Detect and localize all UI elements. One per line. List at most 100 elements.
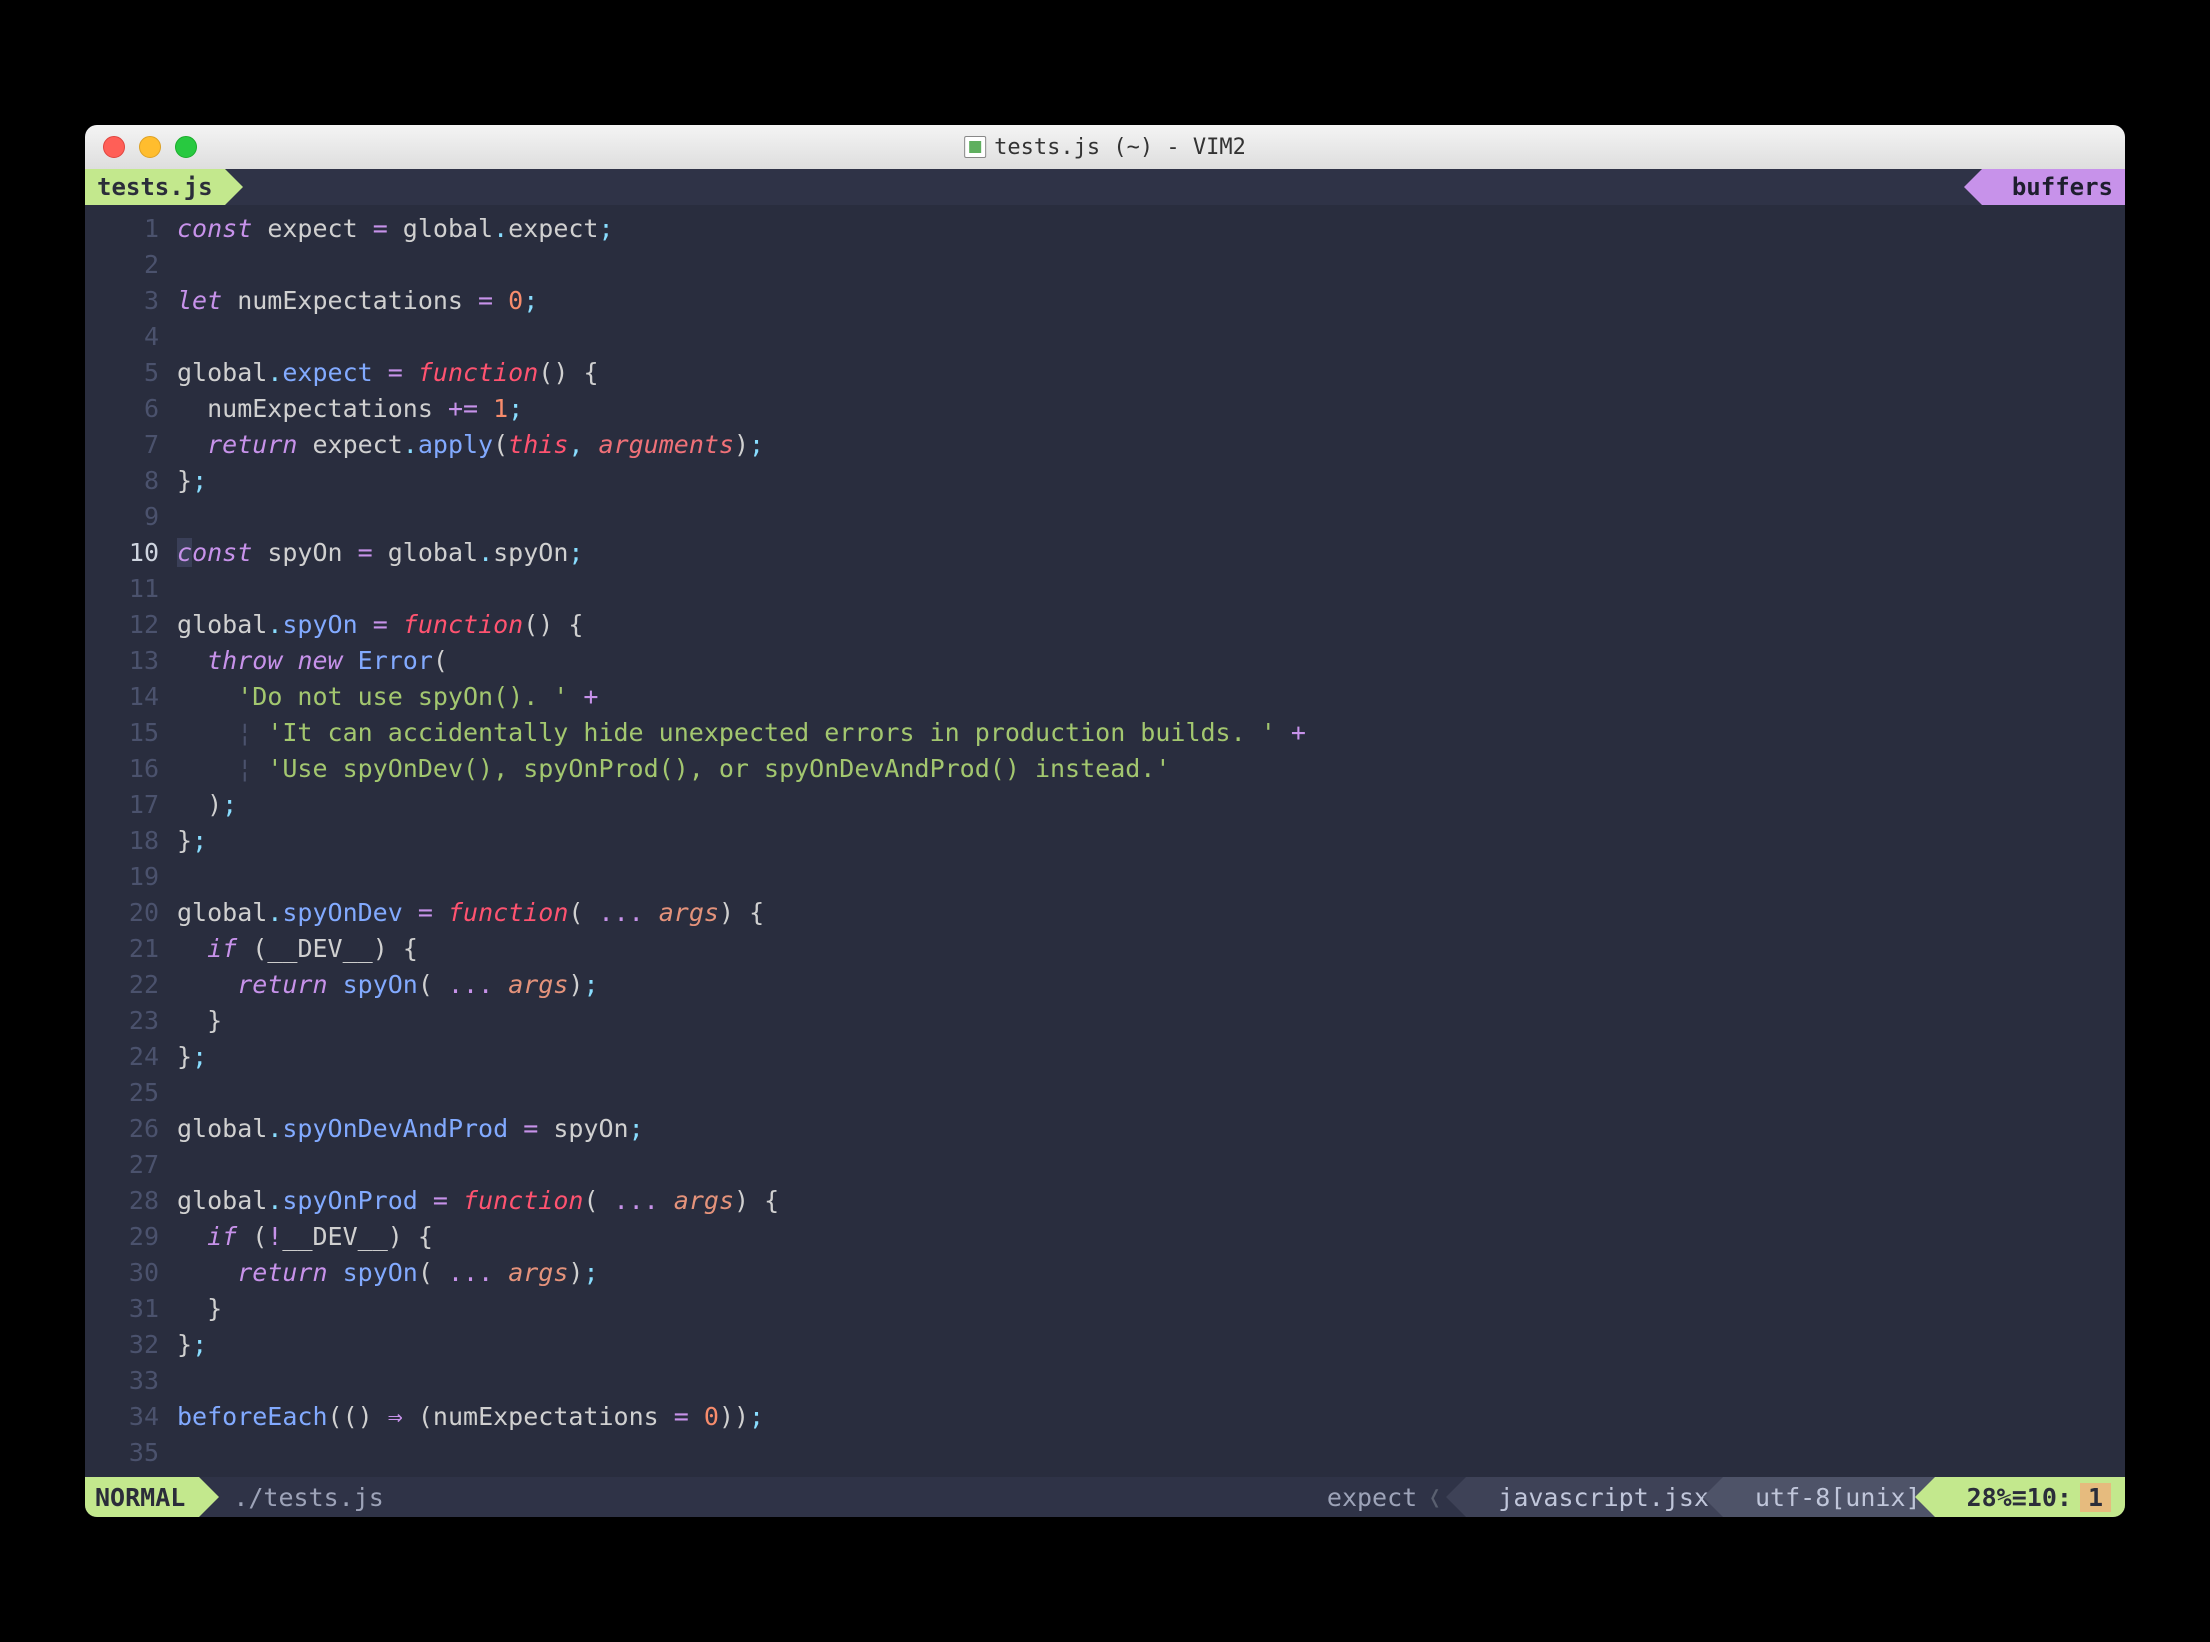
status-mode: NORMAL (85, 1477, 199, 1517)
col-label: 1 (2080, 1483, 2111, 1512)
code-content: }; (177, 1327, 207, 1363)
line-number: 25 (85, 1075, 177, 1111)
code-line[interactable]: 28global.spyOnProd = function( ... args)… (85, 1183, 2125, 1219)
code-line[interactable]: 3let numExpectations = 0; (85, 283, 2125, 319)
line-number: 9 (85, 499, 177, 535)
line-number: 20 (85, 895, 177, 931)
code-content: const spyOn = global.spyOn; (177, 535, 583, 571)
code-line[interactable]: 7 return expect.apply(this, arguments); (85, 427, 2125, 463)
code-line[interactable]: 32}; (85, 1327, 2125, 1363)
code-line[interactable]: 6 numExpectations += 1; (85, 391, 2125, 427)
code-content: }; (177, 463, 207, 499)
line-number: 1 (85, 211, 177, 247)
status-position: 28% ≡ 10: 1 (1935, 1477, 2125, 1517)
encoding-label: utf-8[unix] (1755, 1483, 1921, 1512)
code-line[interactable]: 17 ); (85, 787, 2125, 823)
tabline: tests.js buffers (85, 169, 2125, 205)
code-content: ¦ 'Use spyOnDev(), spyOnProd(), or spyOn… (177, 751, 1170, 787)
status-path: ./tests.js (199, 1477, 398, 1517)
minimize-icon[interactable] (139, 136, 161, 158)
code-line[interactable]: 26global.spyOnDevAndProd = spyOn; (85, 1111, 2125, 1147)
code-line[interactable]: 34beforeEach(() ⇒ (numExpectations = 0))… (85, 1399, 2125, 1435)
line-number: 21 (85, 931, 177, 967)
code-content: throw new Error( (177, 643, 448, 679)
path-label: ./tests.js (233, 1483, 384, 1512)
buffers-indicator[interactable]: buffers (1982, 169, 2125, 205)
line-number: 24 (85, 1039, 177, 1075)
line-number: 34 (85, 1399, 177, 1435)
code-line[interactable]: 21 if (__DEV__) { (85, 931, 2125, 967)
zoom-icon[interactable] (175, 136, 197, 158)
code-content: global.spyOnProd = function( ... args) { (177, 1183, 779, 1219)
code-line[interactable]: 29 if (!__DEV__) { (85, 1219, 2125, 1255)
code-line[interactable]: 31 } (85, 1291, 2125, 1327)
line-number: 32 (85, 1327, 177, 1363)
code-line[interactable]: 25 (85, 1075, 2125, 1111)
buffers-label: buffers (2012, 173, 2113, 201)
code-line[interactable]: 19 (85, 859, 2125, 895)
line-number: 29 (85, 1219, 177, 1255)
filetype-label: javascript.jsx (1498, 1483, 1709, 1512)
code-line[interactable]: 27 (85, 1147, 2125, 1183)
code-line[interactable]: 10const spyOn = global.spyOn; (85, 535, 2125, 571)
code-content: numExpectations += 1; (177, 391, 523, 427)
func-label: expect (1327, 1483, 1417, 1512)
tab-active[interactable]: tests.js (85, 169, 225, 205)
status-encoding: utf-8[unix] (1723, 1477, 1935, 1517)
file-icon (964, 136, 986, 158)
code-content: } (177, 1003, 222, 1039)
line-number: 19 (85, 859, 177, 895)
code-line[interactable]: 5global.expect = function() { (85, 355, 2125, 391)
code-content: return spyOn( ... args); (177, 1255, 599, 1291)
line-number: 23 (85, 1003, 177, 1039)
code-content: return expect.apply(this, arguments); (177, 427, 764, 463)
line-number: 12 (85, 607, 177, 643)
close-icon[interactable] (103, 136, 125, 158)
status-spacer (398, 1477, 1313, 1517)
window-controls (85, 136, 197, 158)
line-number: 28 (85, 1183, 177, 1219)
code-line[interactable]: 1const expect = global.expect; (85, 211, 2125, 247)
titlebar[interactable]: tests.js (~) - VIM2 (85, 125, 2125, 169)
code-line[interactable]: 30 return spyOn( ... args); (85, 1255, 2125, 1291)
window-title-text: tests.js (~) - VIM2 (994, 135, 1246, 160)
code-content: global.spyOnDevAndProd = spyOn; (177, 1111, 644, 1147)
code-content: ); (177, 787, 237, 823)
code-line[interactable]: 14 'Do not use spyOn(). ' + (85, 679, 2125, 715)
statusline: NORMAL ./tests.js expect ❬ javascript.js… (85, 1477, 2125, 1517)
line-number: 6 (85, 391, 177, 427)
editor-area[interactable]: 1const expect = global.expect;23let numE… (85, 205, 2125, 1477)
code-line[interactable]: 35 (85, 1435, 2125, 1471)
code-line[interactable]: 11 (85, 571, 2125, 607)
line-number: 3 (85, 283, 177, 319)
line-number: 15 (85, 715, 177, 751)
code-line[interactable]: 4 (85, 319, 2125, 355)
code-line[interactable]: 33 (85, 1363, 2125, 1399)
percent-label: 28% (1967, 1483, 2012, 1512)
code-line[interactable]: 2 (85, 247, 2125, 283)
code-line[interactable]: 22 return spyOn( ... args); (85, 967, 2125, 1003)
code-line[interactable]: 18}; (85, 823, 2125, 859)
code-content: return spyOn( ... args); (177, 967, 599, 1003)
code-line[interactable]: 15 ¦ 'It can accidentally hide unexpecte… (85, 715, 2125, 751)
code-line[interactable]: 13 throw new Error( (85, 643, 2125, 679)
status-filetype: javascript.jsx (1466, 1477, 1723, 1517)
code-content: let numExpectations = 0; (177, 283, 538, 319)
line-number: 7 (85, 427, 177, 463)
code-line[interactable]: 16 ¦ 'Use spyOnDev(), spyOnProd(), or sp… (85, 751, 2125, 787)
line-number: 31 (85, 1291, 177, 1327)
code-content: beforeEach(() ⇒ (numExpectations = 0)); (177, 1399, 764, 1435)
code-content: global.spyOn = function() { (177, 607, 583, 643)
macvim-window: tests.js (~) - VIM2 tests.js buffers 1co… (85, 125, 2125, 1517)
code-content: 'Do not use spyOn(). ' + (177, 679, 598, 715)
line-number: 16 (85, 751, 177, 787)
code-line[interactable]: 20global.spyOnDev = function( ... args) … (85, 895, 2125, 931)
line-number: 14 (85, 679, 177, 715)
code-line[interactable]: 8}; (85, 463, 2125, 499)
mode-label: NORMAL (95, 1483, 185, 1512)
code-line[interactable]: 23 } (85, 1003, 2125, 1039)
code-line[interactable]: 24}; (85, 1039, 2125, 1075)
tab-label: tests.js (97, 173, 213, 201)
code-line[interactable]: 12global.spyOn = function() { (85, 607, 2125, 643)
code-line[interactable]: 9 (85, 499, 2125, 535)
